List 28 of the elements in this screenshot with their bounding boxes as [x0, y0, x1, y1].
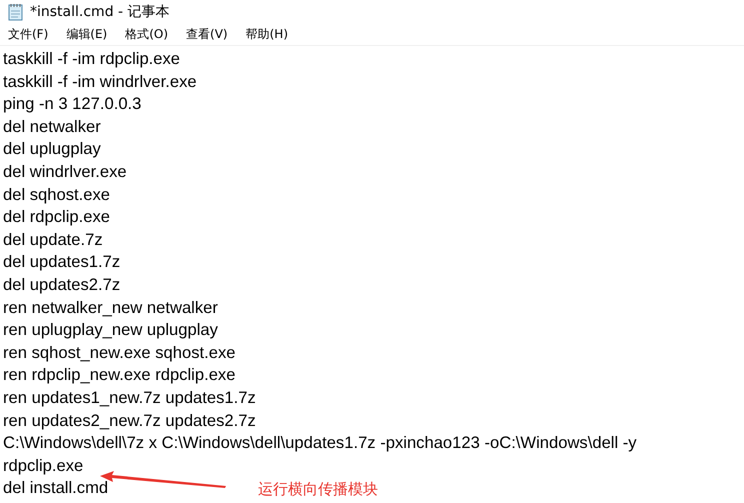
text-line: del netwalker [3, 116, 101, 138]
notepad-icon [8, 2, 24, 20]
menu-item[interactable]: 格式(O) [123, 24, 170, 44]
text-line: del updates1.7z [3, 251, 120, 274]
text-line: del updates2.7z [3, 274, 120, 296]
menu-item[interactable]: 帮助(H) [244, 24, 290, 44]
text-line: ren sqhost_new.exe sqhost.exe [3, 342, 236, 364]
text-line: taskkill -f -im rdpclip.exe [3, 48, 180, 70]
text-line: rdpclip.exe [3, 454, 84, 477]
text-line: taskkill -f -im windrlver.exe [3, 70, 197, 93]
text-line: ping -n 3 127.0.0.3 [3, 93, 142, 116]
menu-item[interactable]: 编辑(E) [64, 24, 110, 44]
text-line: del rdpclip.exe [3, 206, 110, 228]
text-line: C:\Windows\dell\7z x C:\Windows\dell\updates1.7z -pxinchao123 -oC:\Windows\dell -y [3, 432, 637, 454]
text-line: del uplugplay [3, 138, 101, 160]
text-line: del install.cmd [3, 477, 108, 500]
window-title: *install.cmd - 记事本 [30, 2, 170, 20]
text-line: del windrlver.exe [3, 160, 127, 183]
menu-item[interactable]: 查看(V) [184, 24, 230, 44]
menu-item[interactable]: 文件(F) [6, 24, 50, 44]
text-line: ren updates2_new.7z updates2.7z [3, 410, 256, 432]
text-line: ren netwalker_new netwalker [3, 296, 218, 319]
text-line: del update.7z [3, 228, 103, 251]
text-line: del sqhost.exe [3, 184, 110, 206]
annotation-text: 运行横向传播模块 [258, 480, 378, 499]
text-line: ren uplugplay_new uplugplay [3, 319, 218, 342]
text-line: ren updates1_new.7z updates1.7z [3, 386, 256, 409]
text-line: ren rdpclip_new.exe rdpclip.exe [3, 364, 236, 386]
